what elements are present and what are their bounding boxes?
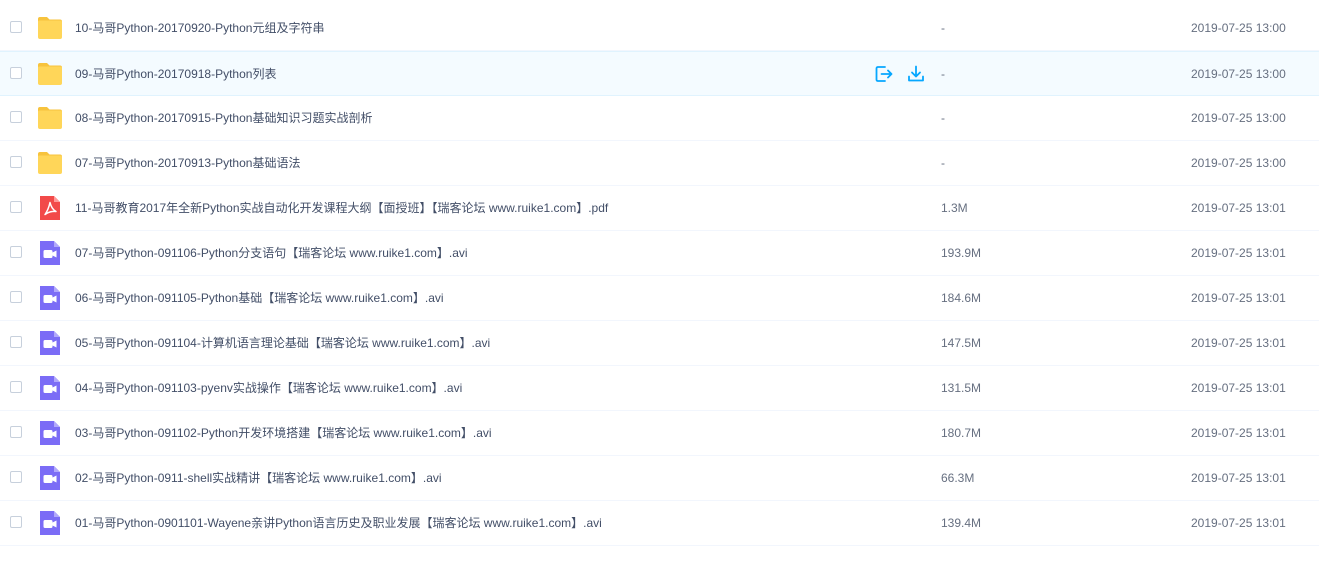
modified-time: 2019-07-25 13:01 bbox=[1191, 426, 1286, 440]
file-size: - bbox=[941, 156, 945, 170]
row-checkbox[interactable] bbox=[10, 471, 22, 483]
file-size: 184.6M bbox=[941, 291, 982, 305]
file-size: 139.4M bbox=[941, 516, 982, 530]
video-icon bbox=[37, 241, 63, 265]
file-name[interactable]: 03-马哥Python-091102-Python开发环境搭建【瑞客论坛 www… bbox=[75, 411, 492, 455]
modified-time: 2019-07-25 13:01 bbox=[1191, 336, 1286, 350]
file-row[interactable]: 02-马哥Python-0911-shell实战精讲【瑞客论坛 www.ruik… bbox=[0, 456, 1319, 501]
row-checkbox[interactable] bbox=[10, 156, 22, 168]
file-name[interactable]: 01-马哥Python-0901101-Wayene亲讲Python语言历史及职… bbox=[75, 501, 602, 545]
file-size: - bbox=[941, 21, 945, 35]
file-row[interactable]: 08-马哥Python-20170915-Python基础知识习题实战剖析 - 20… bbox=[0, 96, 1319, 141]
pdf-icon bbox=[37, 196, 63, 220]
file-row[interactable]: 07-马哥Python-091106-Python分支语句【瑞客论坛 www.r… bbox=[0, 231, 1319, 276]
file-row[interactable]: 04-马哥Python-091103-pyenv实战操作【瑞客论坛 www.ru… bbox=[0, 366, 1319, 411]
file-size: 66.3M bbox=[941, 471, 975, 485]
row-checkbox[interactable] bbox=[10, 67, 22, 79]
file-list: 10-马哥Python-20170920-Python元组及字符串 - 2019-0… bbox=[0, 6, 1319, 546]
modified-time: 2019-07-25 13:00 bbox=[1191, 111, 1286, 125]
row-checkbox[interactable] bbox=[10, 291, 22, 303]
file-row[interactable]: 03-马哥Python-091102-Python开发环境搭建【瑞客论坛 www… bbox=[0, 411, 1319, 456]
file-row[interactable]: 10-马哥Python-20170920-Python元组及字符串 - 2019-0… bbox=[0, 6, 1319, 51]
folder-icon bbox=[37, 16, 63, 40]
file-name[interactable]: 02-马哥Python-0911-shell实战精讲【瑞客论坛 www.ruik… bbox=[75, 456, 442, 500]
file-size: - bbox=[941, 111, 945, 125]
file-size: 131.5M bbox=[941, 381, 982, 395]
modified-time: 2019-07-25 13:01 bbox=[1191, 246, 1286, 260]
file-name[interactable]: 08-马哥Python-20170915-Python基础知识习题实战剖析 bbox=[75, 96, 372, 140]
modified-time: 2019-07-25 13:00 bbox=[1191, 21, 1286, 35]
modified-time: 2019-07-25 13:01 bbox=[1191, 291, 1286, 305]
share-icon[interactable] bbox=[874, 64, 894, 84]
file-name[interactable]: 07-马哥Python-20170913-Python基础语法 bbox=[75, 141, 300, 185]
row-checkbox[interactable] bbox=[10, 381, 22, 393]
file-size: 1.3M bbox=[941, 201, 968, 215]
file-name[interactable]: 05-马哥Python-091104-计算机语言理论基础【瑞客论坛 www.ru… bbox=[75, 321, 490, 365]
file-name[interactable]: 04-马哥Python-091103-pyenv实战操作【瑞客论坛 www.ru… bbox=[75, 366, 462, 410]
file-name[interactable]: 06-马哥Python-091105-Python基础【瑞客论坛 www.rui… bbox=[75, 276, 444, 320]
file-size: 147.5M bbox=[941, 336, 982, 350]
folder-icon bbox=[37, 151, 63, 175]
download-icon[interactable] bbox=[906, 64, 926, 84]
file-name[interactable]: 10-马哥Python-20170920-Python元组及字符串 bbox=[75, 6, 324, 50]
row-checkbox[interactable] bbox=[10, 336, 22, 348]
video-icon bbox=[37, 286, 63, 310]
video-icon bbox=[37, 511, 63, 535]
modified-time: 2019-07-25 13:00 bbox=[1191, 67, 1286, 81]
file-name[interactable]: 11-马哥教育2017年全新Python实战自动化开发课程大纲【面授班】【瑞客论… bbox=[75, 186, 608, 230]
folder-icon bbox=[37, 62, 63, 86]
row-actions bbox=[874, 64, 926, 84]
row-checkbox[interactable] bbox=[10, 516, 22, 528]
file-name[interactable]: 09-马哥Python-20170918-Python列表 bbox=[75, 52, 276, 96]
modified-time: 2019-07-25 13:01 bbox=[1191, 471, 1286, 485]
file-name[interactable]: 07-马哥Python-091106-Python分支语句【瑞客论坛 www.r… bbox=[75, 231, 468, 275]
row-checkbox[interactable] bbox=[10, 201, 22, 213]
video-icon bbox=[37, 331, 63, 355]
folder-icon bbox=[37, 106, 63, 130]
modified-time: 2019-07-25 13:01 bbox=[1191, 201, 1286, 215]
file-size: 180.7M bbox=[941, 426, 982, 440]
row-checkbox[interactable] bbox=[10, 111, 22, 123]
file-row[interactable]: 01-马哥Python-0901101-Wayene亲讲Python语言历史及职… bbox=[0, 501, 1319, 546]
video-icon bbox=[37, 376, 63, 400]
row-checkbox[interactable] bbox=[10, 246, 22, 258]
file-row[interactable]: 05-马哥Python-091104-计算机语言理论基础【瑞客论坛 www.ru… bbox=[0, 321, 1319, 366]
video-icon bbox=[37, 421, 63, 445]
file-row[interactable]: 09-马哥Python-20170918-Python列表 - 2019-07-25… bbox=[0, 51, 1319, 96]
video-icon bbox=[37, 466, 63, 490]
modified-time: 2019-07-25 13:01 bbox=[1191, 516, 1286, 530]
modified-time: 2019-07-25 13:00 bbox=[1191, 156, 1286, 170]
file-row[interactable]: 07-马哥Python-20170913-Python基础语法 - 2019-07-… bbox=[0, 141, 1319, 186]
file-row[interactable]: 11-马哥教育2017年全新Python实战自动化开发课程大纲【面授班】【瑞客论… bbox=[0, 186, 1319, 231]
row-checkbox[interactable] bbox=[10, 426, 22, 438]
file-row[interactable]: 06-马哥Python-091105-Python基础【瑞客论坛 www.rui… bbox=[0, 276, 1319, 321]
file-size: - bbox=[941, 67, 945, 81]
file-size: 193.9M bbox=[941, 246, 982, 260]
modified-time: 2019-07-25 13:01 bbox=[1191, 381, 1286, 395]
row-checkbox[interactable] bbox=[10, 21, 22, 33]
